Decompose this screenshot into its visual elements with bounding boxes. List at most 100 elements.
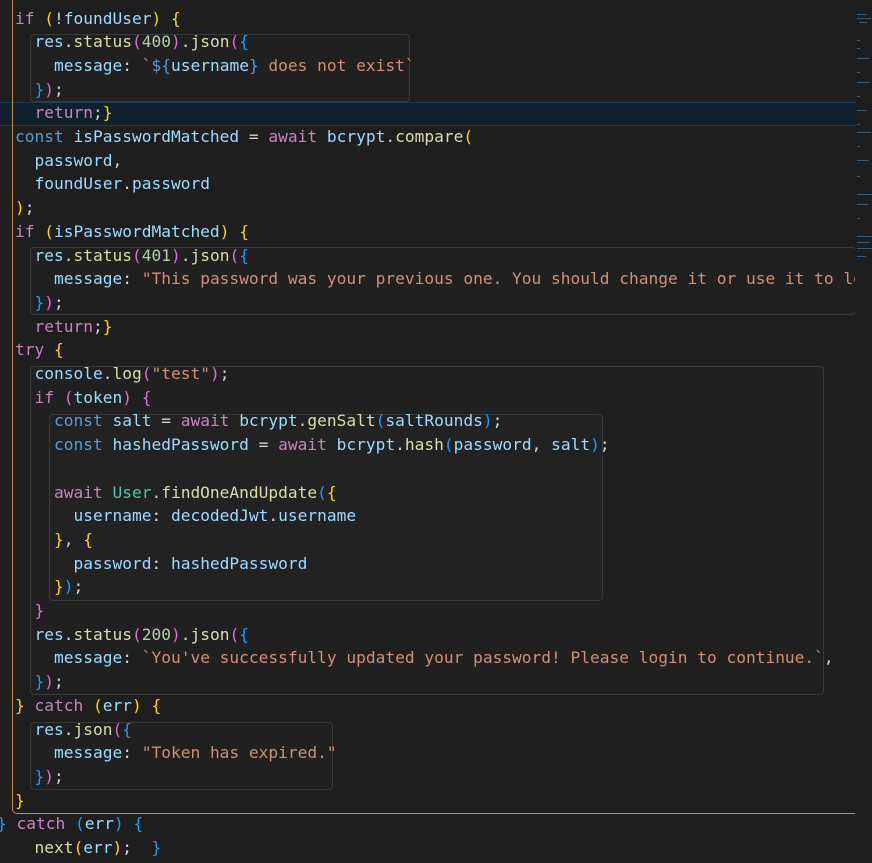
code-line[interactable]: message: "Token has expired." — [15, 741, 337, 765]
code-token: const — [53, 411, 103, 431]
code-token: foundUser — [34, 174, 123, 194]
code-token: err — [83, 838, 113, 857]
code-line[interactable]: } — [15, 599, 45, 623]
code-line[interactable]: const isPasswordMatched = await bcrypt.c… — [15, 125, 473, 149]
code-line[interactable]: }, { — [15, 528, 93, 552]
code-token: await — [180, 411, 230, 431]
code-token: const — [53, 435, 103, 455]
code-line[interactable]: }); — [15, 291, 64, 315]
code-token: ; — [92, 316, 103, 336]
code-token: "This password was your previous one. Yo… — [141, 269, 855, 289]
code-line[interactable]: message: `${username} does not exist` — [15, 54, 415, 78]
code-line[interactable]: res.json({ — [15, 718, 132, 742]
code-line[interactable]: }); — [15, 765, 64, 789]
code-token: res — [34, 245, 64, 265]
code-editor[interactable]: if (!foundUser) { res.status(400).json({… — [0, 0, 855, 863]
code-line[interactable]: const hashedPassword = await bcrypt.hash… — [15, 433, 610, 457]
code-line[interactable]: if (!foundUser) { — [15, 7, 181, 31]
code-token: saltRounds — [385, 411, 483, 431]
code-line[interactable]: console.log("test"); — [15, 362, 230, 386]
code-token: isPasswordMatched — [54, 221, 220, 241]
code-line[interactable]: }); — [15, 670, 64, 694]
code-token: ( — [443, 435, 454, 455]
code-line[interactable]: res.status(401).json({ — [15, 244, 249, 268]
code-line[interactable]: password: hashedPassword — [15, 552, 307, 576]
code-line[interactable]: foundUser.password — [15, 172, 210, 196]
code-line[interactable]: password, — [15, 149, 123, 173]
code-line[interactable]: } catch (err) { — [15, 694, 161, 718]
code-token: password — [73, 553, 152, 573]
code-line[interactable]: }); — [15, 575, 83, 599]
code-line[interactable]: await User.findOneAndUpdate({ — [15, 481, 337, 505]
code-token: : — [151, 506, 171, 526]
code-token: foundUser — [63, 8, 152, 28]
code-token: . — [122, 174, 132, 194]
code-line[interactable]: message: `You've successfully updated yo… — [15, 646, 834, 670]
code-token: ) — [131, 695, 142, 715]
code-token: } — [0, 814, 7, 833]
code-token: if — [15, 221, 35, 241]
code-token: } — [15, 695, 25, 715]
code-token: . — [385, 127, 396, 146]
code-line[interactable]: return;} — [15, 101, 113, 125]
code-token: 401 — [141, 245, 171, 265]
code-token: = — [239, 127, 269, 146]
code-token: : — [122, 269, 142, 289]
code-token: catch — [34, 695, 84, 715]
code-line[interactable]: const salt = await bcrypt.genSalt(saltRo… — [15, 409, 502, 433]
code-token: return — [34, 316, 93, 336]
code-line[interactable]: } — [15, 789, 25, 813]
code-line[interactable]: res.status(200).json({ — [15, 623, 249, 647]
code-token: ; — [219, 364, 230, 383]
code-token: ) — [590, 435, 600, 455]
code-token: ) — [44, 766, 54, 786]
code-token: if — [15, 8, 35, 28]
code-token: ) — [15, 198, 25, 218]
code-token: ( — [44, 221, 54, 241]
minimap[interactable] — [855, 0, 872, 863]
code-token: ; — [73, 577, 84, 597]
code-token: bcrypt — [336, 435, 396, 455]
code-line[interactable]: try { — [15, 338, 64, 362]
code-token: ; — [54, 79, 64, 99]
code-token: console — [34, 364, 103, 383]
code-line[interactable]: } catch (err) { — [0, 812, 143, 836]
code-line[interactable]: next(err); } — [15, 836, 162, 860]
code-line[interactable]: message: "This password was your previou… — [15, 267, 855, 291]
code-token: } — [248, 55, 259, 75]
code-token: ) — [112, 838, 123, 857]
code-token: salt — [551, 435, 591, 455]
code-token: ; — [599, 435, 610, 455]
code-line[interactable]: return;} — [15, 315, 113, 339]
code-token: , — [531, 435, 552, 455]
code-token: } — [102, 316, 113, 336]
code-token: . — [63, 719, 74, 739]
code-line[interactable]: username: decodedJwt.username — [15, 504, 356, 528]
code-line[interactable]: res.status(400).json({ — [15, 30, 249, 54]
code-line[interactable]: if (token) { — [15, 386, 152, 410]
code-line[interactable]: }); — [15, 78, 64, 102]
code-token: ( — [63, 387, 74, 407]
code-token: username — [170, 55, 249, 75]
code-line[interactable]: if (isPasswordMatched) { — [15, 220, 249, 244]
code-token: await — [268, 127, 318, 146]
code-token: : — [122, 648, 142, 668]
code-token: ( — [44, 8, 54, 28]
code-token: username — [278, 506, 357, 526]
code-token: . — [151, 482, 162, 502]
code-line[interactable]: ); — [15, 196, 35, 220]
code-token: username — [73, 506, 152, 526]
